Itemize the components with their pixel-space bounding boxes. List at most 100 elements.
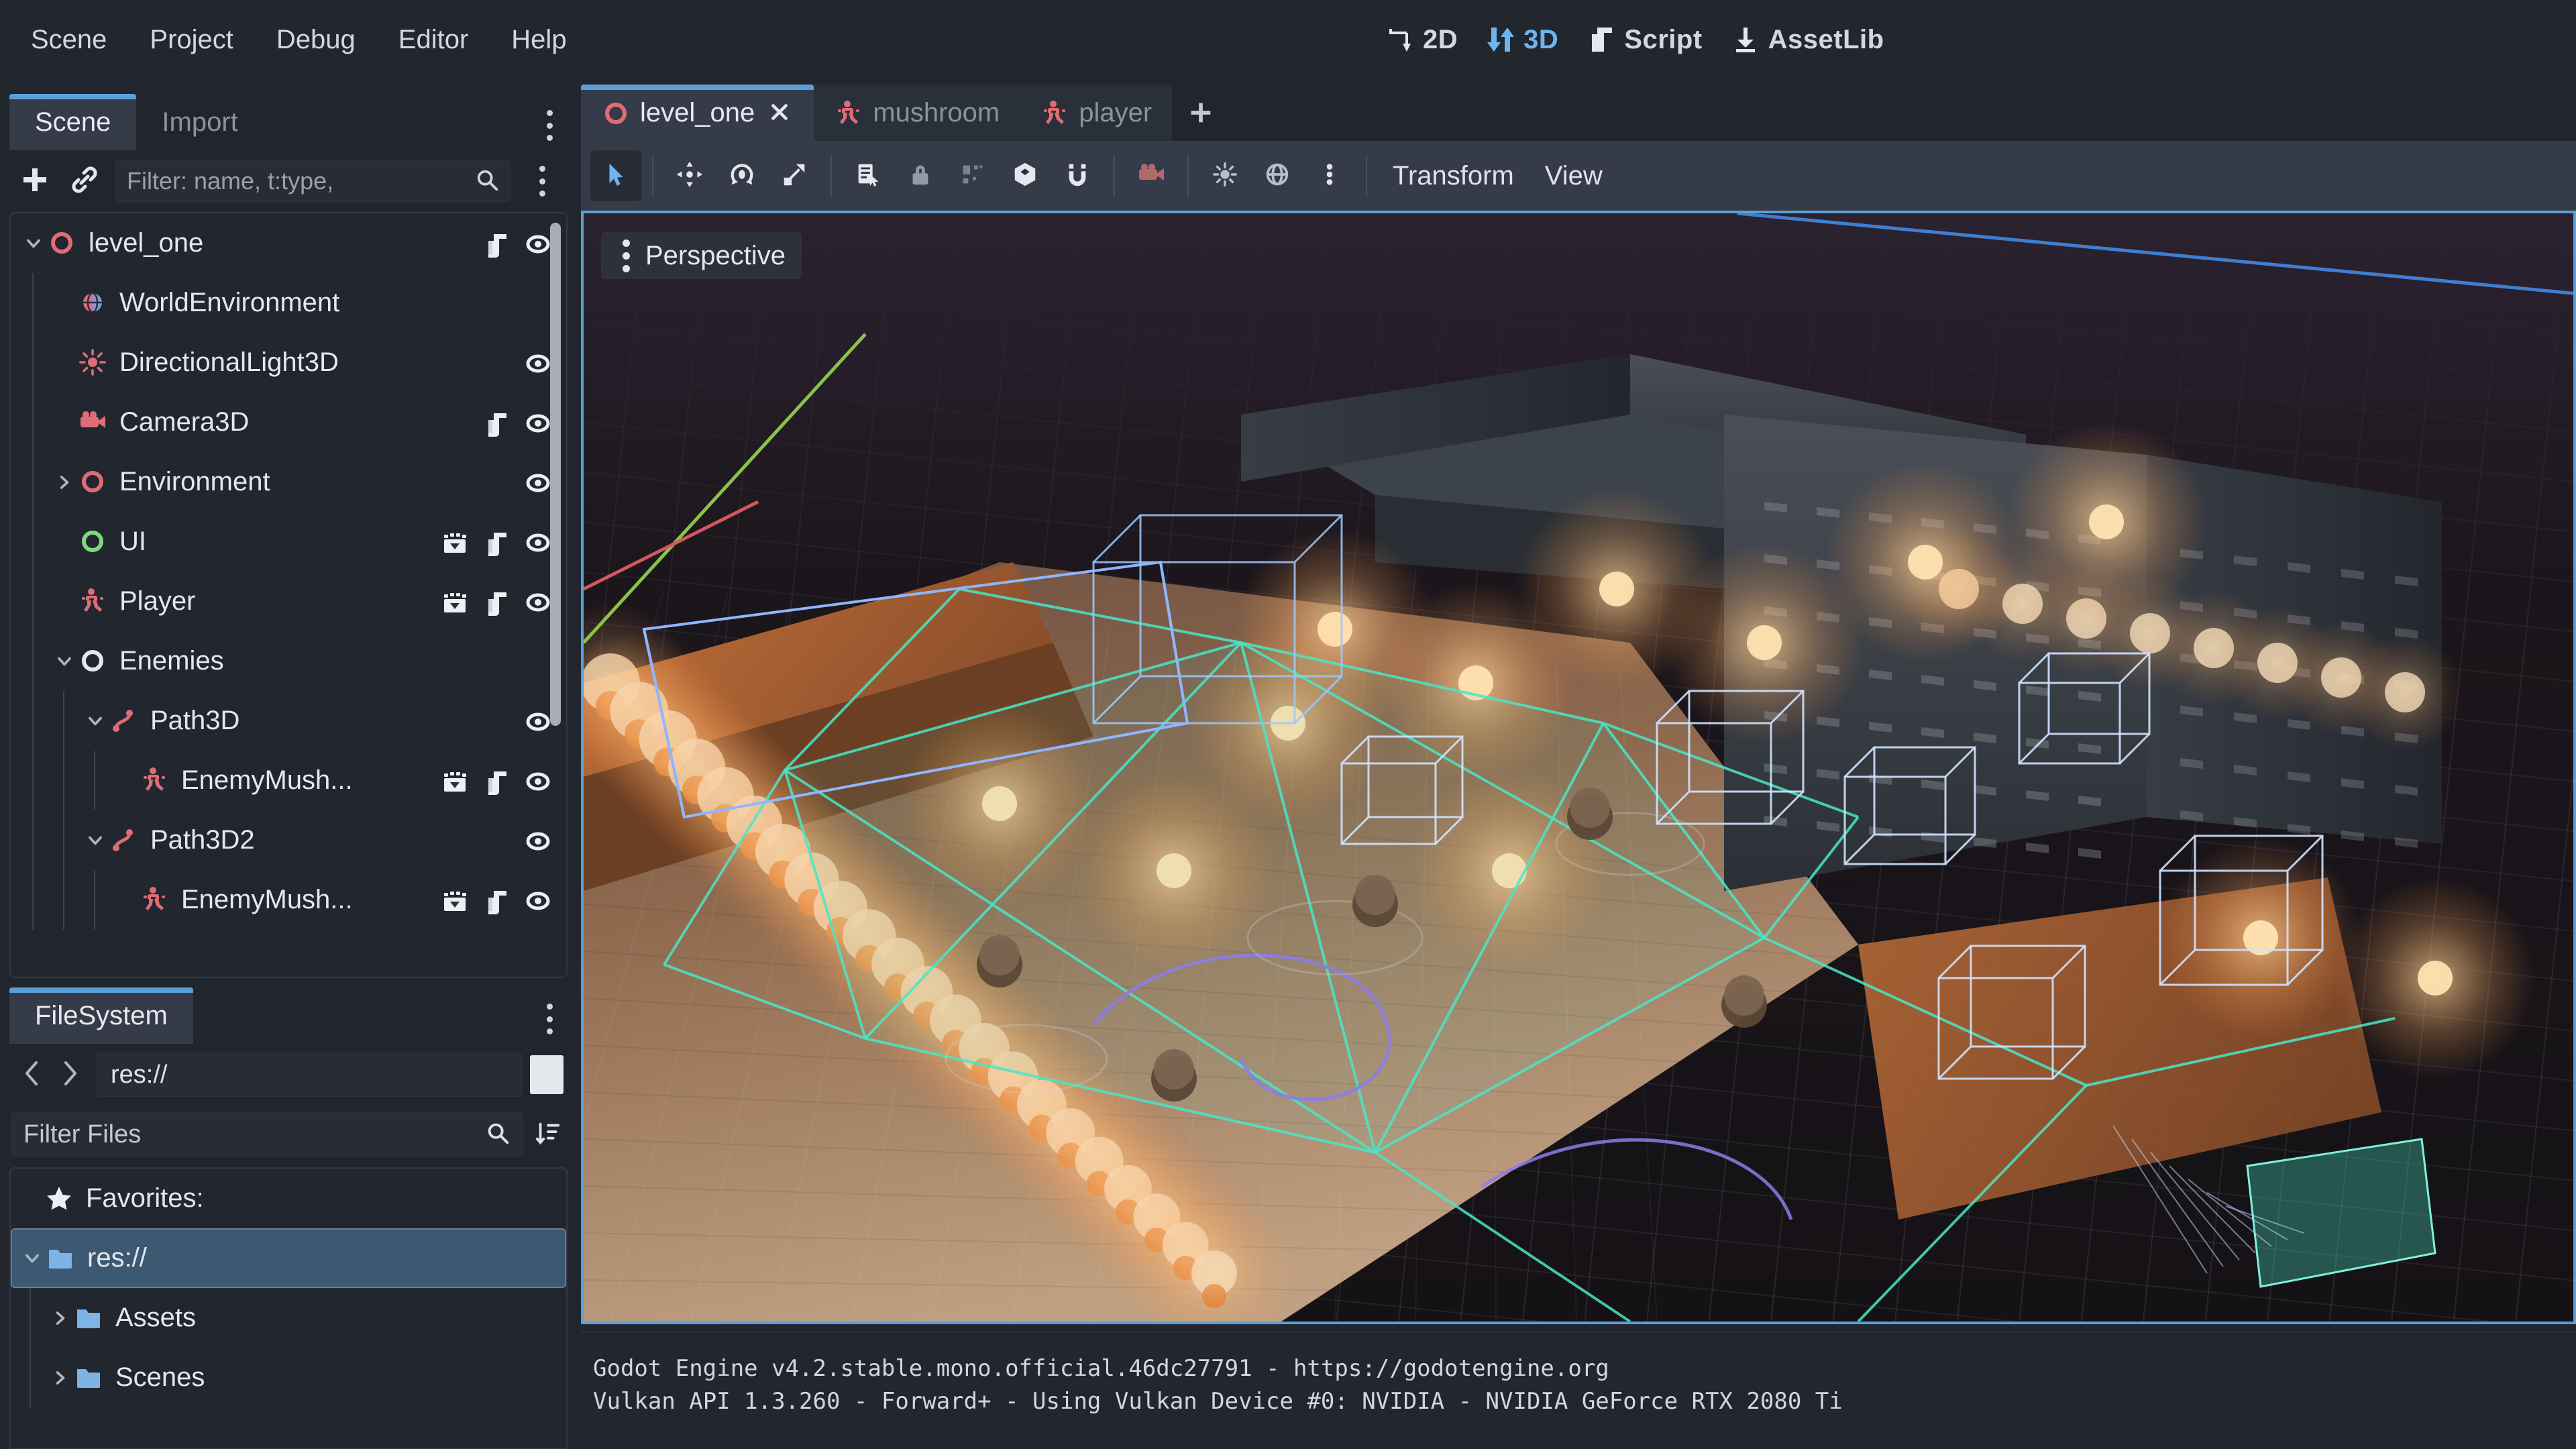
filesystem-tree-rows: Favorites: res:// Assets Scenes [11,1169,566,1407]
tab-scene[interactable]: Scene [9,94,137,150]
viewport-perspective-menu[interactable]: Perspective [601,232,802,279]
scene-dock-menu-icon[interactable] [538,110,561,141]
snap-tool[interactable] [1000,150,1051,201]
view-options[interactable] [1304,150,1355,201]
animation-icon[interactable] [440,886,468,914]
eye-icon[interactable] [523,826,551,855]
scale-tool[interactable] [769,150,820,201]
scene-tree-row[interactable]: Path3D [11,691,566,751]
tree-expander-down-icon[interactable] [51,648,78,675]
viewport-menu-transform[interactable]: Transform [1378,150,1529,201]
scene-tree-row[interactable]: EnemyMush... [11,751,566,810]
tree-expander-right-icon[interactable] [47,1364,74,1391]
menu-scene[interactable]: Scene [9,0,128,79]
filesystem-back-button[interactable] [13,1054,50,1095]
scene-tree-scrollbar[interactable] [550,223,561,726]
scene-tree-row[interactable]: Camera3D [11,392,566,452]
eye-icon[interactable] [523,886,551,914]
tree-expander-down-icon[interactable] [19,1245,46,1272]
mode-button-assetlib[interactable]: AssetLib [1717,18,1899,62]
filesystem-tree-row[interactable]: Scenes [11,1348,566,1407]
eye-icon[interactable] [523,468,551,496]
script-icon[interactable] [482,528,510,556]
script-icon[interactable] [482,588,510,616]
eye-icon[interactable] [523,588,551,616]
mode-button-2d[interactable]: 2D [1372,18,1472,62]
animation-icon[interactable] [440,528,468,556]
filesystem-filter-input[interactable]: Filter Files [11,1112,523,1157]
scene-tree-row[interactable]: Player [11,572,566,631]
eye-icon[interactable] [523,349,551,377]
rotate-tool[interactable] [716,150,767,201]
menu-editor[interactable]: Editor [377,0,490,79]
scene-tree-row[interactable]: DirectionalLight3D [11,333,566,392]
node3d-red-icon [601,99,628,127]
filesystem-sort-button[interactable] [530,1114,566,1155]
tab-import[interactable]: Import [136,94,263,150]
sun-preview[interactable] [1199,150,1250,201]
menu-help[interactable]: Help [490,0,588,79]
eye-icon[interactable] [523,767,551,795]
animation-icon[interactable] [440,767,468,795]
output-console[interactable]: Godot Engine v4.2.stable.mono.official.4… [581,1331,2576,1449]
rotate-icon [728,160,756,192]
filesystem-tree-row[interactable]: Favorites: [11,1169,566,1228]
eye-icon[interactable] [523,409,551,437]
scene-tree-options-button[interactable] [519,158,565,204]
viewport-menu-view[interactable]: View [1530,150,1617,201]
camera-preview[interactable] [1126,150,1177,201]
eye-icon[interactable] [523,528,551,556]
move-tool[interactable] [664,150,715,201]
filesystem-path-input[interactable]: res:// [97,1053,522,1097]
select-tool[interactable] [590,150,641,201]
menu-project[interactable]: Project [128,0,255,79]
tree-expander-down-icon[interactable] [20,230,47,257]
script-icon[interactable] [482,229,510,258]
list-select-tool[interactable] [843,150,894,201]
close-icon[interactable] [767,99,794,126]
filesystem-tree-row[interactable]: res:// [11,1228,566,1288]
3d-viewport[interactable]: Perspective [581,211,2576,1324]
scene-tree-row[interactable]: WorldEnvironment [11,273,566,333]
script-icon[interactable] [482,886,510,914]
scene-tree-row[interactable]: EnemyMush... [11,870,566,930]
lock-tool[interactable] [895,150,946,201]
scene-tree-row[interactable]: Path3D2 [11,810,566,870]
scene-tree-row[interactable]: Environment [11,452,566,512]
tree-expander-down-icon[interactable] [82,708,109,735]
eye-icon[interactable] [523,707,551,735]
eye-icon[interactable] [523,229,551,258]
instantiate-scene-button[interactable] [62,158,107,204]
filesystem-forward-button[interactable] [52,1054,89,1095]
group-tool[interactable] [947,150,998,201]
scene-tab-level_one[interactable]: level_one [581,85,814,141]
split-mode-icon[interactable] [530,1055,564,1094]
menu-debug[interactable]: Debug [255,0,377,79]
environment-preview[interactable] [1252,150,1303,201]
tree-guide [32,751,34,810]
scene-tree-row[interactable]: Enemies [11,631,566,691]
tree-expander-down-icon[interactable] [82,827,109,854]
scene-tree-row-icons [440,886,551,914]
add-node-button[interactable] [12,158,58,204]
scene-tree-row[interactable]: UI [11,512,566,572]
scene-tree[interactable]: level_one WorldEnvironment DirectionalLigh… [9,212,568,978]
script-icon[interactable] [482,409,510,437]
tree-expander-right-icon[interactable] [51,469,78,496]
filesystem-dock-menu-icon[interactable] [538,1004,561,1034]
animation-icon[interactable] [440,588,468,616]
add-scene-tab-button[interactable] [1172,85,1230,141]
mode-button-3d[interactable]: 3D [1472,18,1573,62]
scene-filter-input[interactable]: Filter: name, t:type, [115,160,511,202]
cursor-icon [602,160,630,192]
filesystem-tree[interactable]: Favorites: res:// Assets Scenes [9,1167,568,1449]
scene-tab-mushroom[interactable]: mushroom [814,85,1020,141]
filesystem-tree-row[interactable]: Assets [11,1288,566,1348]
script-icon[interactable] [482,767,510,795]
magnet-tool[interactable] [1052,150,1103,201]
tree-expander-right-icon[interactable] [47,1305,74,1332]
tab-filesystem[interactable]: FileSystem [9,987,193,1044]
mode-button-script[interactable]: Script [1573,18,1717,62]
scene-tab-player[interactable]: player [1020,85,1173,141]
scene-tree-row[interactable]: level_one [11,213,566,273]
